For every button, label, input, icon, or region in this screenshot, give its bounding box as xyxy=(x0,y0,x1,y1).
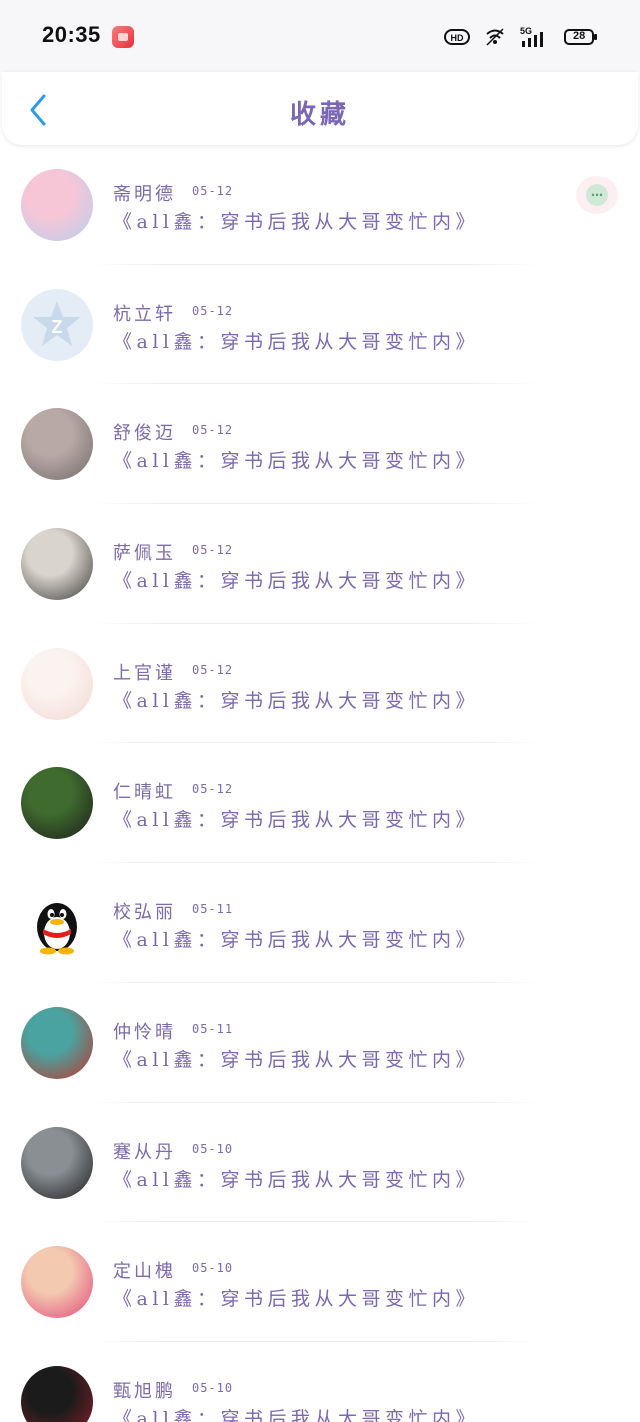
date-label: 05-11 xyxy=(192,902,234,917)
user-name: 上官谨 xyxy=(113,662,176,684)
date-label: 05-10 xyxy=(192,1380,234,1395)
book-title[interactable]: 《all鑫：穿书后我从大哥变忙内》 xyxy=(113,686,479,713)
user-name: 仲怜晴 xyxy=(113,1021,176,1043)
user-name: 校弘丽 xyxy=(113,902,176,924)
avatar[interactable] xyxy=(21,1006,93,1079)
avatar[interactable] xyxy=(21,1246,93,1319)
list-item[interactable]: Z 杭立轩 05-12 《all鑫：穿书后我从大哥变忙内》 xyxy=(0,265,640,385)
user-name: 仁晴虹 xyxy=(113,782,176,804)
book-title[interactable]: 《all鑫：穿书后我从大哥变忙内》 xyxy=(113,1404,479,1422)
network-5g-icon: 5G xyxy=(520,26,543,47)
book-title[interactable]: 《all鑫：穿书后我从大哥变忙内》 xyxy=(113,1284,479,1311)
avatar[interactable] xyxy=(21,1126,93,1199)
list-item[interactable]: 上官谨 05-12 《all鑫：穿书后我从大哥变忙内》 xyxy=(0,624,640,744)
signal-icon xyxy=(486,28,504,46)
list-item[interactable]: 蹇从丹 05-10 《all鑫：穿书后我从大哥变忙内》 xyxy=(0,1103,640,1223)
page-title: 收藏 xyxy=(289,100,350,130)
status-bar: 20:35 HD 5G 28 xyxy=(0,0,640,72)
list-item[interactable]: 仁晴虹 05-12 《all鑫：穿书后我从大哥变忙内》 xyxy=(0,743,640,864)
avatar[interactable] xyxy=(21,408,93,481)
avatar[interactable] xyxy=(21,1365,93,1422)
list-item[interactable]: 校弘丽 05-11 《all鑫：穿书后我从大哥变忙内》 xyxy=(0,863,640,983)
avatar[interactable]: Z xyxy=(21,288,93,361)
book-title[interactable]: 《all鑫：穿书后我从大哥变忙内》 xyxy=(113,446,479,473)
svg-text:HD: HD xyxy=(451,33,464,43)
date-label: 05-12 xyxy=(192,662,234,677)
book-title[interactable]: 《all鑫：穿书后我从大哥变忙内》 xyxy=(113,1045,479,1072)
date-label: 05-12 xyxy=(192,184,234,198)
book-title[interactable]: 《all鑫：穿书后我从大哥变忙内》 xyxy=(113,327,479,354)
svg-text:5G: 5G xyxy=(520,26,532,36)
date-label: 05-12 xyxy=(192,543,234,558)
book-title[interactable]: 《all鑫：穿书后我从大哥变忙内》 xyxy=(113,805,479,832)
floating-more-button[interactable]: ⋯ xyxy=(576,176,618,214)
user-name: 杭立轩 xyxy=(113,303,176,325)
favorites-list: 斋明德 05-12 《all鑫：穿书后我从大哥变忙内》 Z 杭立轩 05-12 《all鑫：… xyxy=(0,145,640,1422)
date-label: 05-12 xyxy=(192,303,234,318)
date-label: 05-11 xyxy=(192,1021,234,1036)
status-time: 20:35 xyxy=(42,22,101,47)
avatar[interactable] xyxy=(21,887,93,960)
qq-penguin-icon xyxy=(21,887,93,960)
user-name: 甄旭鹏 xyxy=(113,1380,176,1402)
book-title[interactable]: 《all鑫：穿书后我从大哥变忙内》 xyxy=(113,566,479,593)
list-item[interactable]: 甄旭鹏 05-10 《all鑫：穿书后我从大哥变忙内》 xyxy=(0,1342,640,1422)
user-name: 舒俊迈 xyxy=(113,423,176,445)
list-item[interactable]: 舒俊迈 05-12 《all鑫：穿书后我从大哥变忙内》 xyxy=(0,384,640,505)
status-icons: HD 5G 28 xyxy=(444,24,598,50)
z-star-badge-icon: Z xyxy=(21,288,93,361)
battery-level: 28 xyxy=(573,30,586,42)
date-label: 05-12 xyxy=(192,782,234,797)
avatar[interactable] xyxy=(21,647,93,720)
user-name: 定山槐 xyxy=(113,1261,176,1283)
list-item[interactable]: 定山槐 05-10 《all鑫：穿书后我从大哥变忙内》 xyxy=(0,1222,640,1342)
avatar[interactable] xyxy=(21,528,93,601)
book-title[interactable]: 《all鑫：穿书后我从大哥变忙内》 xyxy=(113,207,479,234)
app-icon xyxy=(112,26,134,48)
svg-text:Z: Z xyxy=(52,317,63,337)
hd-icon: HD xyxy=(444,29,470,45)
user-name: 斋明德 xyxy=(113,184,176,205)
user-name: 蹇从丹 xyxy=(113,1141,176,1163)
list-item[interactable]: 斋明德 05-12 《all鑫：穿书后我从大哥变忙内》 xyxy=(0,145,640,265)
battery-icon: 28 xyxy=(564,26,598,48)
list-item[interactable]: 仲怜晴 05-11 《all鑫：穿书后我从大哥变忙内》 xyxy=(0,983,640,1103)
book-title[interactable]: 《all鑫：穿书后我从大哥变忙内》 xyxy=(113,1165,479,1192)
more-dots-icon: ⋯ xyxy=(586,184,608,206)
avatar[interactable] xyxy=(21,169,93,241)
avatar[interactable] xyxy=(21,767,93,840)
user-name: 萨佩玉 xyxy=(113,543,176,565)
date-label: 05-10 xyxy=(192,1261,234,1276)
date-label: 05-10 xyxy=(192,1141,234,1156)
list-item[interactable]: 萨佩玉 05-12 《all鑫：穿书后我从大哥变忙内》 xyxy=(0,504,640,624)
header: 收藏 xyxy=(2,72,638,145)
book-title[interactable]: 《all鑫：穿书后我从大哥变忙内》 xyxy=(113,925,479,952)
date-label: 05-12 xyxy=(192,423,234,438)
